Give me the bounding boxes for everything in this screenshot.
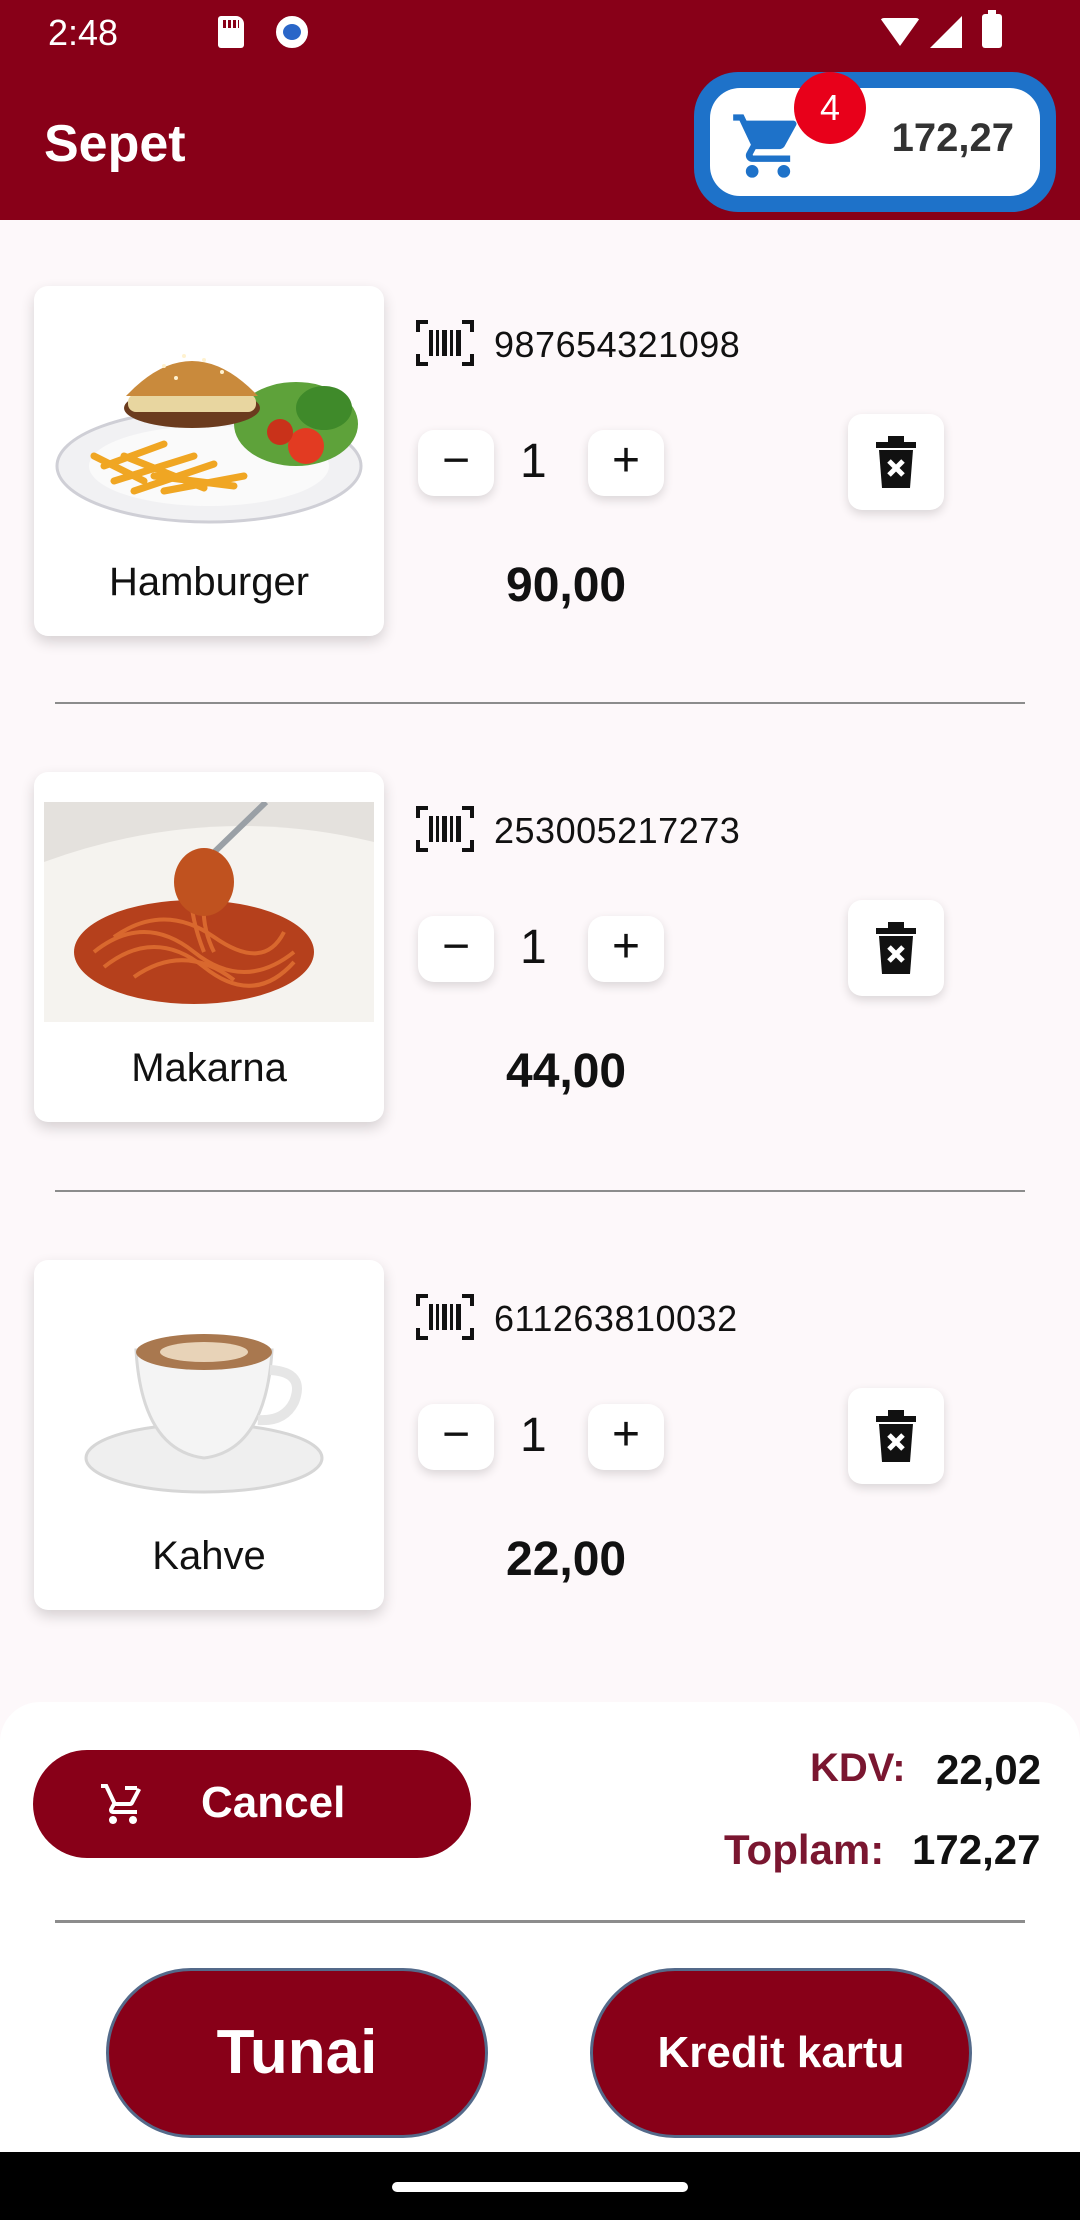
delete-item-button[interactable] xyxy=(848,1388,944,1484)
cancel-label: Cancel xyxy=(201,1778,346,1827)
barcode-value: 253005217273 xyxy=(494,810,741,851)
total-label: Toplam: xyxy=(724,1826,885,1873)
navigation-bar xyxy=(0,2152,1080,2220)
remove-cart-icon xyxy=(101,1784,141,1824)
trash-icon xyxy=(876,436,916,488)
cart-count-badge: 4 xyxy=(794,72,866,144)
vat-value: 22,02 xyxy=(936,1746,1042,1793)
delete-item-button[interactable] xyxy=(848,414,944,510)
sd-card-icon xyxy=(218,16,244,48)
total-value: 172,27 xyxy=(912,1826,1041,1873)
divider xyxy=(55,1190,1025,1192)
pasta-image xyxy=(44,802,374,1022)
battery-icon xyxy=(982,10,1002,48)
home-indicator[interactable] xyxy=(392,2182,688,2192)
product-name: Makarna xyxy=(131,1046,287,1090)
quantity-value: 1 xyxy=(520,1409,547,1462)
product-card[interactable]: Hamburger xyxy=(34,286,384,636)
cart-item: Makarna 253005217273 − 1 + 44,00 xyxy=(0,706,1080,1146)
checkout-panel: Cancel KDV: 22,02 Toplam: 172,27 Tunai K… xyxy=(0,1702,1080,2152)
credit-card-payment-button[interactable]: Kredit kartu xyxy=(590,1968,972,2138)
barcode-value: 611263810032 xyxy=(494,1298,738,1339)
decrease-quantity-button[interactable]: − xyxy=(418,430,494,496)
item-price: 22,00 xyxy=(506,1533,627,1586)
product-name: Hamburger xyxy=(108,560,310,604)
decrease-quantity-button[interactable]: − xyxy=(418,916,494,982)
page-title: Sepet xyxy=(44,115,186,173)
cart-item: Hamburger 987654321098 − 1 + 90,00 xyxy=(0,220,1080,660)
shopping-cart-icon xyxy=(733,114,797,178)
quantity-value: 1 xyxy=(520,435,547,488)
barcode-value: 987654321098 xyxy=(494,324,741,365)
status-time: 2:48 xyxy=(48,12,119,53)
increase-quantity-button[interactable]: + xyxy=(588,916,664,982)
divider xyxy=(55,702,1025,704)
quantity-value: 1 xyxy=(520,921,547,974)
hamburger-image xyxy=(55,354,363,524)
app-bar: Sepet 4 172,27 xyxy=(0,64,1080,220)
trash-icon xyxy=(876,1410,916,1462)
cart-summary-inner: 4 172,27 xyxy=(710,72,1040,196)
item-price: 44,00 xyxy=(506,1045,627,1098)
product-card[interactable]: Kahve xyxy=(34,1260,384,1610)
coffee-image xyxy=(84,1334,324,1494)
app-notification-icon xyxy=(276,16,308,48)
trash-icon xyxy=(876,922,916,974)
decrease-quantity-button[interactable]: − xyxy=(418,1404,494,1470)
product-name: Kahve xyxy=(152,1534,266,1578)
item-price: 90,00 xyxy=(506,559,627,612)
increase-quantity-button[interactable]: + xyxy=(588,430,664,496)
vat-label: KDV: xyxy=(810,1746,906,1790)
cart-item: Kahve 611263810032 − 1 + 22,00 xyxy=(0,1194,1080,1634)
wifi-icon xyxy=(880,18,920,46)
status-bar: 2:48 xyxy=(0,0,1080,64)
divider xyxy=(55,1920,1025,1923)
product-card[interactable]: Makarna xyxy=(34,772,384,1122)
cash-payment-button[interactable]: Tunai xyxy=(106,1968,488,2138)
cancel-button[interactable]: Cancel xyxy=(33,1750,471,1858)
increase-quantity-button[interactable]: + xyxy=(588,1404,664,1470)
cart-summary-button[interactable]: 4 172,27 xyxy=(694,72,1056,212)
signal-icon xyxy=(930,16,962,48)
barcode-icon xyxy=(416,806,474,852)
delete-item-button[interactable] xyxy=(848,900,944,996)
barcode-icon xyxy=(416,1294,474,1340)
cart-total: 172,27 xyxy=(891,116,1014,160)
barcode-icon xyxy=(416,320,474,366)
